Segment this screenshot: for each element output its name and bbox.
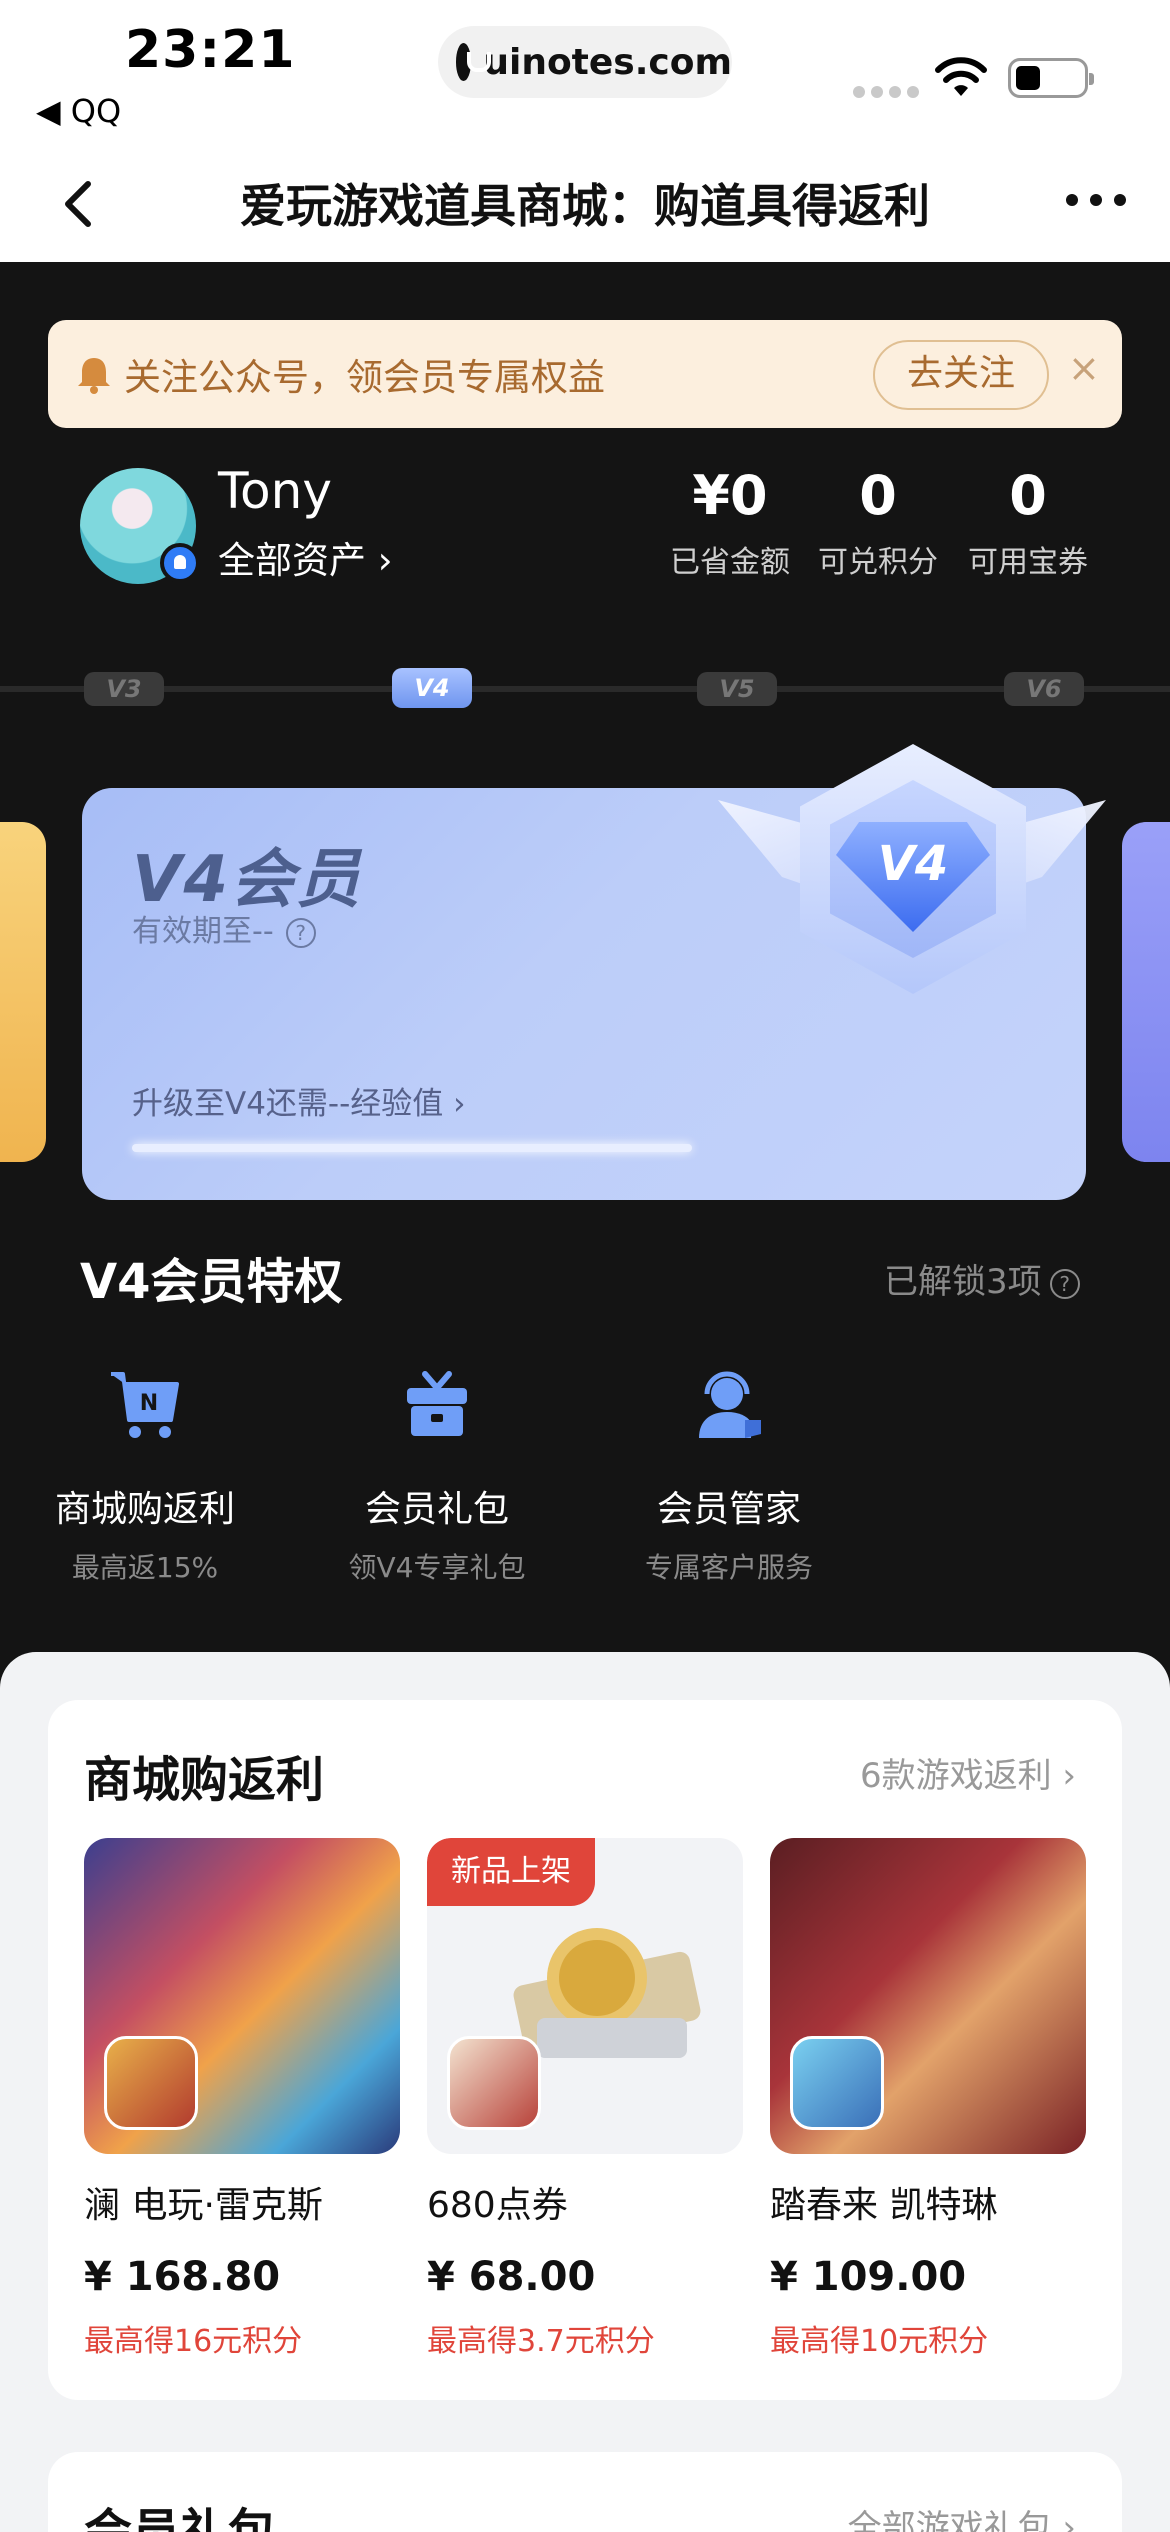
stat-label: 已省金额 [670,545,790,580]
follow-button[interactable]: 去关注 [873,340,1049,410]
battery-icon [1008,58,1094,98]
product-image [84,1838,400,2154]
stat-value: 0 [859,464,897,527]
status-bar: 23:21 ◀ QQ uinotes.com [0,0,1170,150]
url-bar[interactable]: uinotes.com [438,26,732,98]
signal-icon [853,86,919,98]
product-image: 新品上架 [427,1838,743,2154]
game-icon [790,2036,884,2130]
level-chip-v5[interactable]: V5 [697,672,777,706]
new-tag: 新品上架 [427,1838,595,1906]
next-level-card[interactable] [1122,822,1170,1162]
game-icon [447,2036,541,2130]
product-name: 澜 电玩·雷克斯 [84,2185,323,2226]
all-assets-link[interactable]: 全部资产 › [218,530,393,584]
product-card[interactable]: 澜 电玩·雷克斯 ¥ 168.80 最高得16元积分 [84,1838,400,2360]
section-title: 会员礼包 [84,2504,277,2532]
unlocked-text: 已解锁3项 [884,1262,1042,1302]
prev-level-card[interactable] [0,822,46,1162]
privilege-label: 会员管家 [656,1489,801,1530]
shop-rebate-section: 商城购返利 6款游戏返利 › 澜 电玩·雷克斯 ¥ 168.80 最高得16元积… [48,1700,1122,2400]
game-icon [104,2036,198,2130]
privilege-label: 会员礼包 [364,1489,509,1530]
product-reward: 最高得3.7元积分 [427,2324,655,2359]
product-price: ¥ 109.00 [770,2254,967,2300]
product-card[interactable]: 踏春来 凯特琳 ¥ 109.00 最高得10元积分 [770,1838,1086,2360]
privilege-sub: 最高返15% [71,1551,219,1584]
product-reward: 最高得16元积分 [84,2324,303,2359]
product-reward: 最高得10元积分 [770,2324,989,2359]
privilege-gift-pack[interactable]: 会员礼包 领V4专享礼包 [312,1364,562,1586]
stat-points[interactable]: 0 可兑积分 [808,464,948,581]
status-time: 23:21 [125,20,296,80]
more-icon[interactable] [1066,194,1126,206]
product-image [770,1838,1086,2154]
section-title: 商城购返利 [84,1752,325,1808]
svg-text:N: N [140,1391,158,1416]
product-card[interactable]: 新品上架 680点券 ¥ 68.00 最高得3.7元积分 [427,1838,743,2360]
level-chip-v3[interactable]: V3 [84,672,164,706]
stat-coupons[interactable]: 0 可用宝券 [958,464,1098,581]
card-valid-until: 有效期至--? [132,906,316,950]
level-chip-v6[interactable]: V6 [1004,672,1084,706]
level-chip-v4[interactable]: V4 [392,668,472,708]
product-price: ¥ 68.00 [427,2254,596,2300]
bell-icon [78,358,110,394]
close-icon[interactable]: × [1068,346,1100,390]
stat-value: 0 [1009,464,1047,527]
section-more-link[interactable]: 全部游戏礼包 › [848,2500,1076,2532]
level-track [0,686,1170,692]
wifi-icon [935,57,987,96]
product-name: 踏春来 凯特琳 [770,2185,998,2226]
help-icon[interactable]: ? [285,917,316,948]
exp-progress-bar [132,1144,692,1152]
valid-text: 有效期至-- [132,914,274,949]
qq-badge-icon [160,543,200,583]
privilege-sub: 领V4专享礼包 [348,1551,526,1584]
cart-icon: N [111,1372,179,1438]
privilege-label: 商城购返利 [54,1489,235,1530]
support-agent-icon [699,1371,761,1438]
gift-icon [407,1371,467,1436]
unlocked-count[interactable]: 已解锁3项? [884,1254,1080,1303]
section-more-link[interactable]: 6款游戏返利 › [860,1748,1076,1797]
product-price: ¥ 168.80 [84,2254,281,2300]
site-icon [456,43,492,81]
help-icon[interactable]: ? [1049,1268,1080,1299]
product-name: 680点券 [427,2185,568,2226]
back-to-app-link[interactable]: ◀ QQ [36,92,121,130]
notice-text: 关注公众号，领会员专属权益 [124,356,605,399]
stat-label: 可用宝券 [968,545,1088,580]
badge-text: V4 [877,836,949,892]
url-text: uinotes.com [483,41,732,83]
page-title: 爱玩游戏道具商城：购道具得返利 [240,179,930,233]
user-name: Tony [218,462,332,520]
privileges-title: V4会员特权 [80,1254,343,1310]
privilege-butler[interactable]: 会员管家 专属客户服务 [604,1364,854,1586]
privilege-shop-rebate[interactable]: N 商城购返利 最高返15% [20,1364,270,1586]
privilege-sub: 专属客户服务 [644,1551,813,1584]
follow-notice: 关注公众号，领会员专属权益 去关注 × [48,320,1122,428]
upgrade-link[interactable]: 升级至V4还需--经验值 › [132,1078,466,1123]
stat-label: 可兑积分 [818,545,938,580]
gift-pack-section: 会员礼包 全部游戏礼包 › [48,2452,1122,2532]
nav-bar: 爱玩游戏道具商城：购道具得返利 [0,150,1170,262]
stat-saved[interactable]: ¥0 已省金额 [660,464,800,581]
stat-value: ¥0 [692,464,768,527]
